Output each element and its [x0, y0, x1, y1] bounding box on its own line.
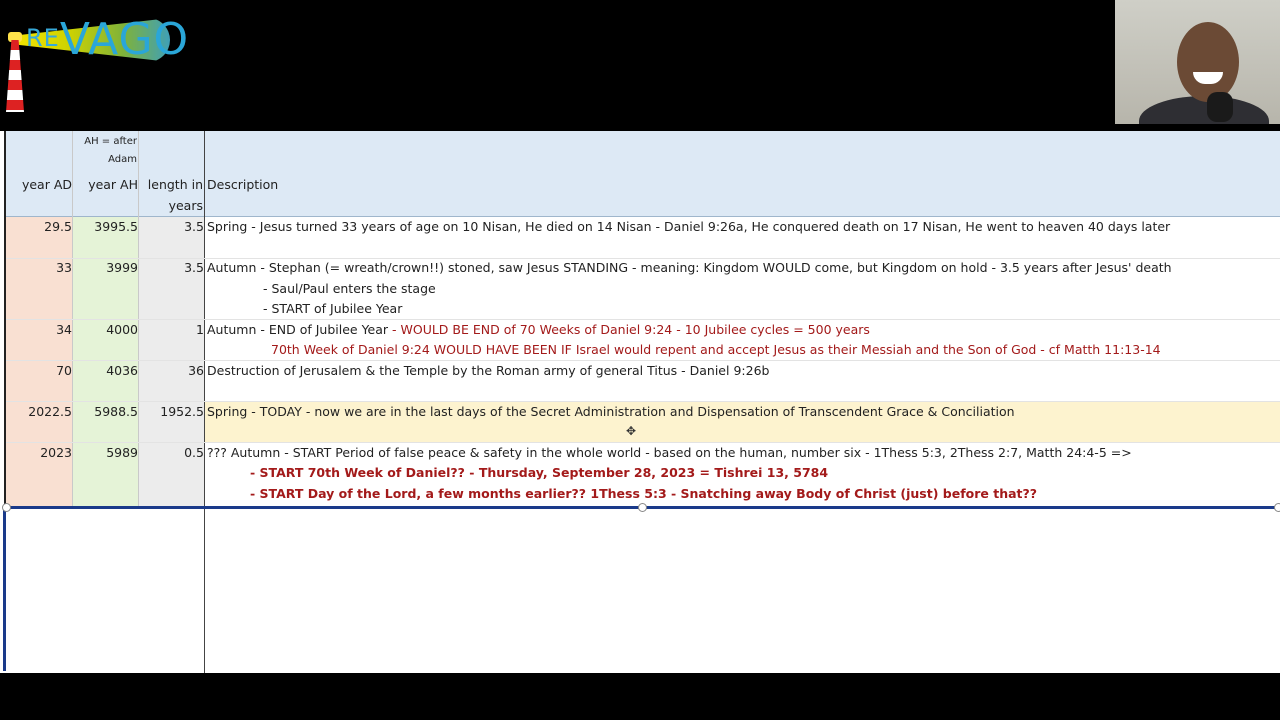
cell-description[interactable]: Spring - TODAY - now we are in the last …: [207, 402, 1277, 423]
cell-year-ad[interactable]: 29.5: [6, 217, 72, 238]
cell-year-ah[interactable]: 3999: [73, 258, 138, 279]
move-cursor-icon: ✥: [626, 424, 637, 438]
header-year-ah[interactable]: year AH: [73, 175, 138, 196]
header-description[interactable]: Description: [207, 175, 1277, 196]
cell-description[interactable]: Autumn - END of Jubilee Year - WOULD BE …: [207, 320, 1277, 341]
resize-handle[interactable]: [2, 503, 11, 512]
resize-handle[interactable]: [1274, 503, 1280, 512]
resize-handle[interactable]: [638, 503, 647, 512]
selected-shape[interactable]: [3, 506, 1280, 671]
cell-year-ah[interactable]: 5989: [73, 443, 138, 464]
bottom-bar: [0, 673, 1280, 720]
cell-description[interactable]: Autumn - Stephan (= wreath/crown!!) ston…: [207, 258, 1277, 279]
revago-logo: REVAGO: [0, 0, 188, 118]
cell-description[interactable]: Spring - Jesus turned 33 years of age on…: [207, 217, 1277, 238]
cell-year-ah[interactable]: 5988.5: [73, 402, 138, 423]
webcam-presenter-video: [1115, 0, 1280, 124]
cell-description[interactable]: ??? Autumn - START Period of false peace…: [207, 443, 1277, 464]
spreadsheet[interactable]: AH = after Adam year AD year AH length i…: [0, 131, 1280, 673]
cell-year-ad[interactable]: 2023: [6, 443, 72, 464]
cell-length[interactable]: 3.5: [139, 258, 204, 279]
cell-length[interactable]: 1: [139, 320, 204, 341]
cell-year-ad[interactable]: 2022.5: [6, 402, 72, 423]
cell-length[interactable]: 3.5: [139, 217, 204, 238]
cell-year-ad[interactable]: 70: [6, 361, 72, 382]
microphone-icon: [1207, 92, 1233, 122]
logo-text: REVAGO: [26, 14, 190, 65]
cell-description-line-red: 70th Week of Daniel 9:24 WOULD HAVE BEEN…: [271, 342, 1161, 357]
cell-year-ad[interactable]: 33: [6, 258, 72, 279]
cell-description-line-red: - START Day of the Lord, a few months ea…: [250, 486, 1038, 501]
cell-year-ad[interactable]: 34: [6, 320, 72, 341]
presenter-head: [1177, 22, 1239, 102]
cell-year-ah[interactable]: 4036: [73, 361, 138, 382]
cell-description-line: - START of Jubilee Year: [263, 301, 403, 316]
cell-description-line: - Saul/Paul enters the stage: [263, 281, 436, 296]
cell-length[interactable]: 1952.5: [139, 402, 204, 423]
cell-length[interactable]: 0.5: [139, 443, 204, 464]
cell-year-ah[interactable]: 4000: [73, 320, 138, 341]
cell-description-line-red: - START 70th Week of Daniel?? - Thursday…: [250, 465, 829, 480]
lighthouse-icon: [6, 40, 24, 112]
header-length-years[interactable]: length in years: [139, 175, 203, 216]
cell-description[interactable]: Destruction of Jerusalem & the Temple by…: [207, 361, 1277, 382]
header-note-ah: AH = after Adam: [84, 136, 137, 165]
header-year-ad[interactable]: year AD: [6, 175, 72, 196]
cell-year-ah[interactable]: 3995.5: [73, 217, 138, 238]
cell-length[interactable]: 36: [139, 361, 204, 382]
